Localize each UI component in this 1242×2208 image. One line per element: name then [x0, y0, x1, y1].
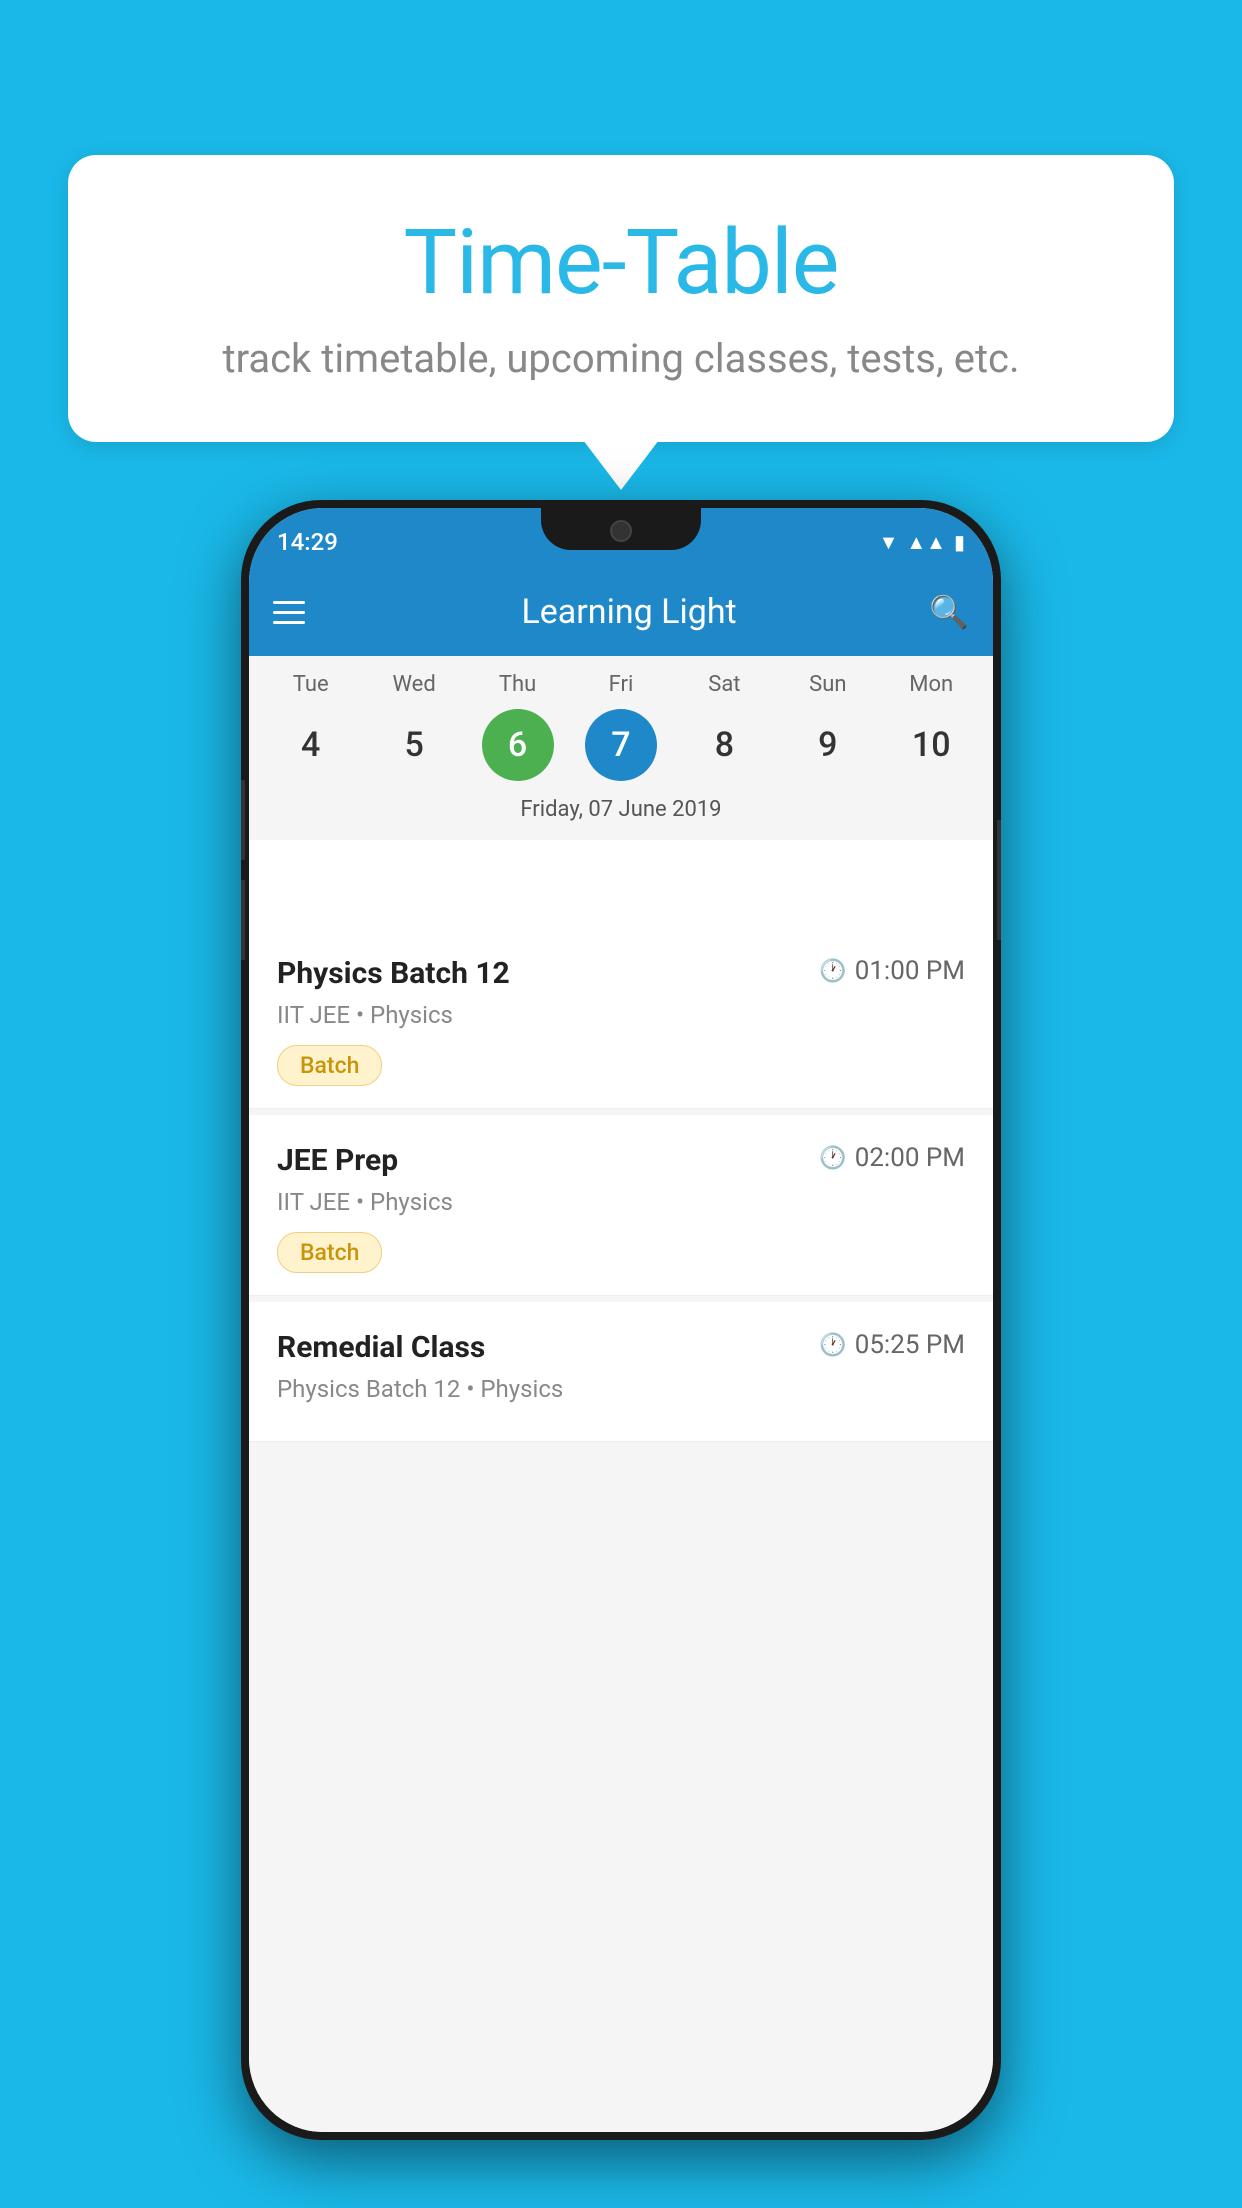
batch-badge-2: Batch [277, 1232, 382, 1273]
class-header-1: Physics Batch 12 🕐 01:00 PM [277, 956, 965, 991]
class-item-physics-batch[interactable]: Physics Batch 12 🕐 01:00 PM IIT JEE • Ph… [249, 928, 993, 1109]
class-header-2: JEE Prep 🕐 02:00 PM [277, 1143, 965, 1178]
day-9[interactable]: 9 [792, 709, 864, 781]
class-name-3: Remedial Class [277, 1330, 485, 1365]
phone-frame: 14:29 ▼ ▲▲ ▮ Learning Light 🔍 Tue Wed Th… [241, 500, 1001, 2140]
selected-date: Friday, 07 June 2019 [259, 791, 983, 832]
class-list: Physics Batch 12 🕐 01:00 PM IIT JEE • Ph… [249, 928, 993, 2132]
class-header-3: Remedial Class 🕐 05:25 PM [277, 1330, 965, 1365]
status-time: 14:29 [277, 528, 338, 556]
volume-down-button[interactable] [241, 880, 245, 960]
day-headers: Tue Wed Thu Fri Sat Sun Mon [259, 672, 983, 697]
class-subtitle-3: Physics Batch 12 • Physics [277, 1375, 965, 1403]
app-header: Learning Light 🔍 [249, 568, 993, 656]
class-time-1: 🕐 01:00 PM [819, 956, 965, 986]
day-header-fri: Fri [577, 672, 665, 697]
wifi-icon: ▼ [879, 530, 899, 555]
day-header-sat: Sat [680, 672, 768, 697]
day-header-wed: Wed [370, 672, 458, 697]
day-header-mon: Mon [887, 672, 975, 697]
class-name-2: JEE Prep [277, 1143, 398, 1178]
front-camera [610, 520, 632, 542]
power-button[interactable] [997, 820, 1001, 940]
battery-icon: ▮ [954, 530, 965, 554]
speech-bubble: Time-Table track timetable, upcoming cla… [68, 155, 1174, 442]
phone-notch [541, 508, 701, 550]
calendar-strip: Tue Wed Thu Fri Sat Sun Mon 4 5 6 7 8 9 … [249, 656, 993, 840]
phone-screen: 14:29 ▼ ▲▲ ▮ Learning Light 🔍 Tue Wed Th… [249, 508, 993, 2132]
signal-icon: ▲▲ [906, 530, 946, 555]
bubble-subtitle: track timetable, upcoming classes, tests… [128, 335, 1114, 382]
class-item-jee-prep[interactable]: JEE Prep 🕐 02:00 PM IIT JEE • Physics Ba… [249, 1115, 993, 1296]
clock-icon-2: 🕐 [819, 1146, 846, 1171]
class-time-3: 🕐 05:25 PM [819, 1330, 965, 1360]
clock-icon-1: 🕐 [819, 959, 846, 984]
day-4[interactable]: 4 [275, 709, 347, 781]
class-subtitle-2: IIT JEE • Physics [277, 1188, 965, 1216]
app-title: Learning Light [329, 592, 929, 632]
day-header-tue: Tue [267, 672, 355, 697]
class-name-1: Physics Batch 12 [277, 956, 510, 991]
day-7-selected[interactable]: 7 [585, 709, 657, 781]
day-6-today[interactable]: 6 [482, 709, 554, 781]
menu-button[interactable] [273, 601, 305, 624]
class-item-remedial[interactable]: Remedial Class 🕐 05:25 PM Physics Batch … [249, 1302, 993, 1442]
class-time-2: 🕐 02:00 PM [819, 1143, 965, 1173]
class-subtitle-1: IIT JEE • Physics [277, 1001, 965, 1029]
search-icon[interactable]: 🔍 [929, 593, 969, 631]
day-8[interactable]: 8 [688, 709, 760, 781]
clock-icon-3: 🕐 [819, 1333, 846, 1358]
status-icons: ▼ ▲▲ ▮ [879, 530, 965, 555]
batch-badge-1: Batch [277, 1045, 382, 1086]
day-numbers: 4 5 6 7 8 9 10 [259, 709, 983, 781]
bubble-title: Time-Table [128, 210, 1114, 315]
day-5[interactable]: 5 [378, 709, 450, 781]
day-header-sun: Sun [784, 672, 872, 697]
volume-up-button[interactable] [241, 780, 245, 860]
day-header-thu: Thu [474, 672, 562, 697]
day-10[interactable]: 10 [895, 709, 967, 781]
